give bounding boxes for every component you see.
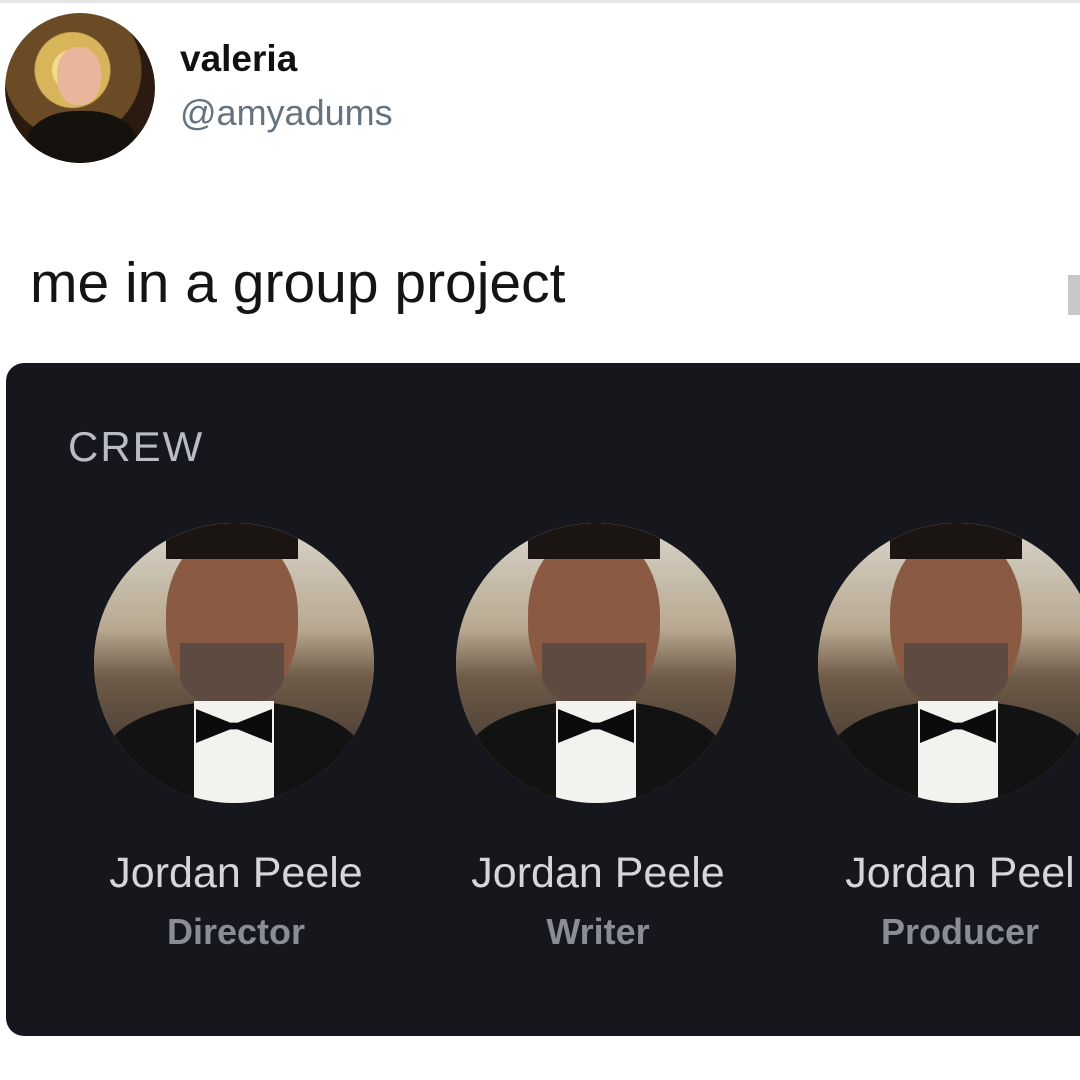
member-name: Jordan Peele [471, 849, 725, 897]
profile-photo[interactable] [94, 523, 374, 803]
crew-member[interactable]: Jordan Peel Producer [730, 523, 1080, 963]
display-name[interactable]: valeria [180, 38, 297, 80]
crew-heading: CREW [68, 423, 205, 470]
avatar-coat [27, 111, 137, 163]
crew-card: CREW Jordan Peele Director Jordan Peele … [6, 363, 1080, 1036]
member-role: Director [166, 911, 306, 952]
tweet-text: me in a group project [30, 251, 566, 315]
profile-photo[interactable] [818, 523, 1080, 803]
user-handle[interactable]: @amyadums [180, 92, 393, 134]
avatar-face [57, 47, 101, 105]
profile-photo[interactable] [456, 523, 736, 803]
member-role: Writer [546, 911, 650, 952]
crew-member[interactable]: Jordan Peele Writer [368, 523, 736, 963]
member-name: Jordan Peel [845, 849, 1075, 897]
top-divider [0, 0, 1080, 3]
scroll-indicator [1068, 275, 1080, 315]
member-name: Jordan Peele [109, 849, 363, 897]
crew-member[interactable]: Jordan Peele Director [6, 523, 374, 963]
member-role: Producer [880, 911, 1040, 952]
avatar[interactable] [5, 13, 155, 163]
